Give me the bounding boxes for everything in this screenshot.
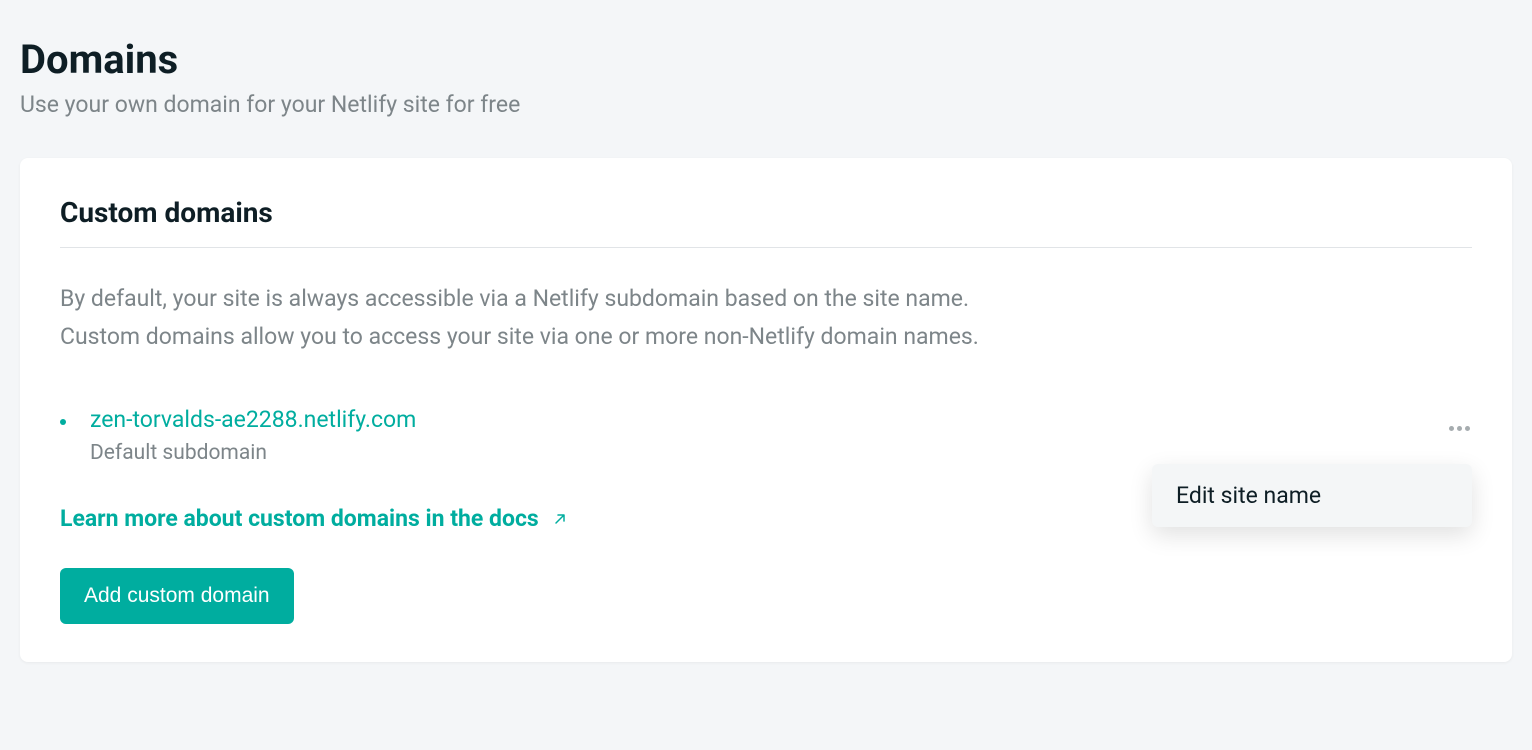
- add-custom-domain-button[interactable]: Add custom domain: [60, 568, 294, 624]
- divider: [60, 247, 1472, 248]
- external-link-icon: [553, 505, 567, 532]
- domain-link[interactable]: zen-torvalds-ae2288.netlify.com: [90, 406, 416, 433]
- dots-icon: [1449, 426, 1454, 431]
- page-header: Domains Use your own domain for your Net…: [20, 36, 1512, 118]
- description-line-1: By default, your site is always accessib…: [60, 280, 1472, 318]
- edit-site-name-item[interactable]: Edit site name: [1176, 482, 1448, 509]
- more-options-button[interactable]: [1441, 418, 1478, 439]
- dots-icon: [1457, 426, 1462, 431]
- dots-icon: [1465, 426, 1470, 431]
- description-line-2: Custom domains allow you to access your …: [60, 318, 1472, 356]
- card-title: Custom domains: [60, 196, 1472, 229]
- learn-more-text: Learn more about custom domains in the d…: [60, 505, 539, 532]
- card-description: By default, your site is always accessib…: [60, 280, 1472, 356]
- domain-sublabel: Default subdomain: [90, 441, 416, 465]
- dropdown-menu: Edit site name: [1152, 464, 1472, 527]
- bullet-icon: [60, 419, 66, 425]
- custom-domains-card: Custom domains By default, your site is …: [20, 158, 1512, 662]
- domain-info: zen-torvalds-ae2288.netlify.com Default …: [60, 406, 416, 465]
- page-title: Domains: [20, 36, 1512, 83]
- domain-row: zen-torvalds-ae2288.netlify.com Default …: [60, 406, 1472, 465]
- domain-text: zen-torvalds-ae2288.netlify.com Default …: [90, 406, 416, 465]
- learn-more-link[interactable]: Learn more about custom domains in the d…: [60, 505, 567, 532]
- page-subtitle: Use your own domain for your Netlify sit…: [20, 91, 1512, 118]
